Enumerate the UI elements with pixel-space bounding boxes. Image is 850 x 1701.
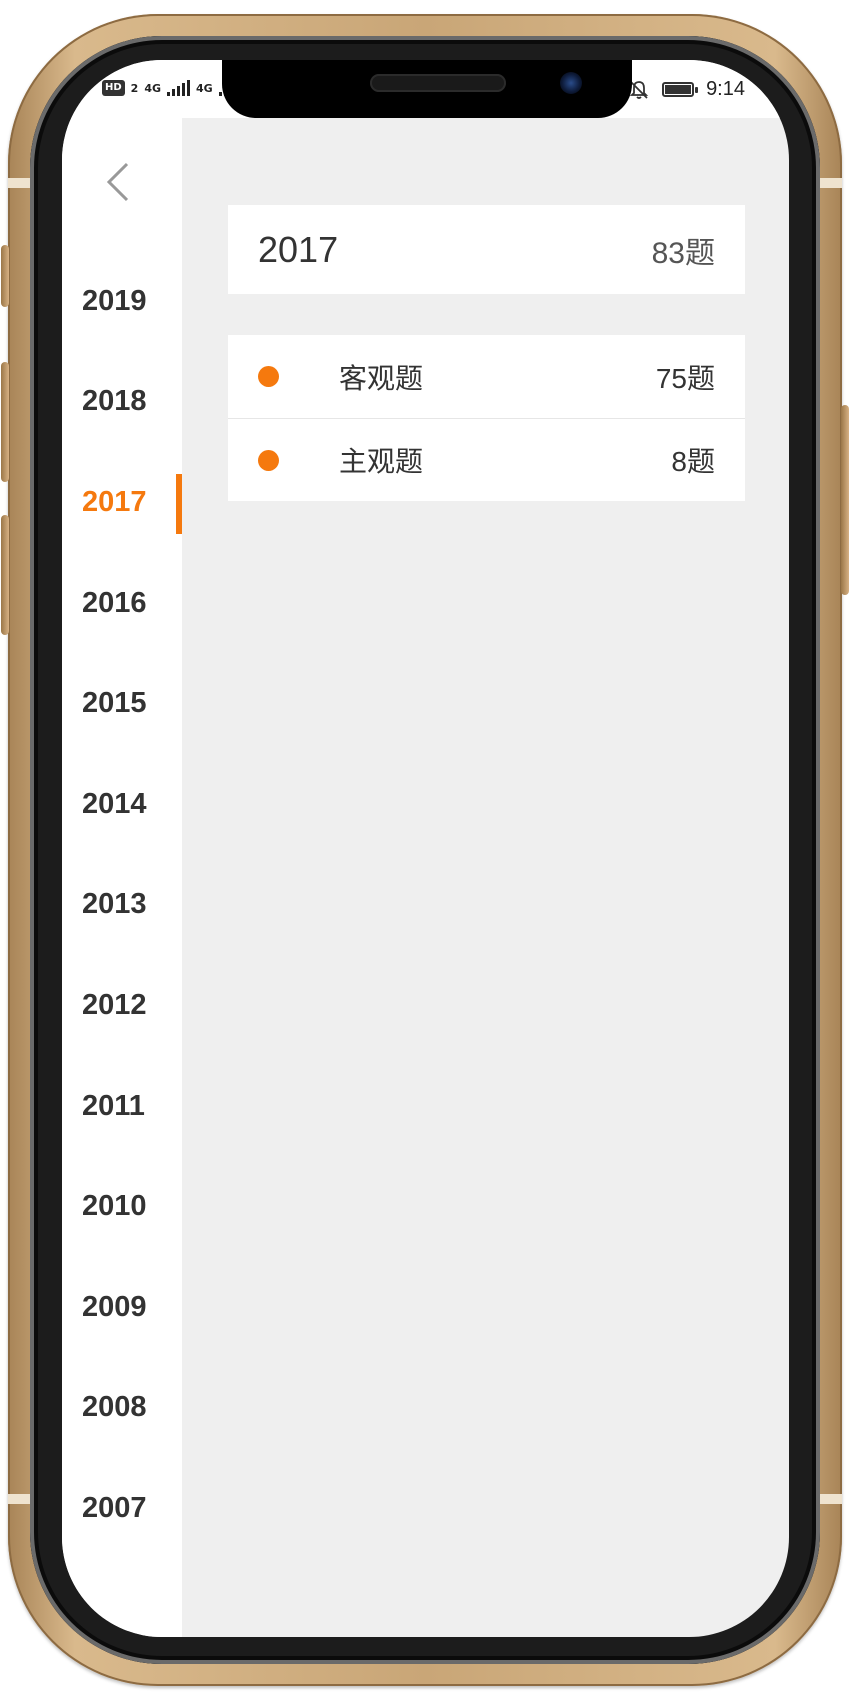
year-item-2010[interactable]: 2010 bbox=[62, 1156, 182, 1257]
year-item-2008[interactable]: 2008 bbox=[62, 1358, 182, 1459]
list-item-objective[interactable]: 客观题 75题 bbox=[228, 335, 745, 418]
list-item-subjective[interactable]: 主观题 8题 bbox=[228, 418, 745, 501]
app-stage: HD 2 4G 4G 9:14 2019 2018 2017 2016 2015… bbox=[0, 0, 850, 1701]
status-left: HD 2 4G 4G bbox=[102, 80, 242, 96]
phone-screen: HD 2 4G 4G 9:14 2019 2018 2017 2016 2015… bbox=[62, 60, 789, 1637]
type-count: 75题 bbox=[655, 362, 715, 394]
year-summary-card: 2017 83题 bbox=[228, 205, 745, 294]
mute-switch bbox=[1, 245, 9, 307]
front-camera bbox=[560, 72, 582, 94]
status-time: 9:14 bbox=[706, 78, 745, 100]
antenna-band bbox=[8, 178, 30, 188]
year-item-2019[interactable]: 2019 bbox=[62, 251, 182, 352]
volume-up-button bbox=[1, 362, 9, 482]
antenna-band bbox=[8, 1494, 30, 1504]
year-item-2018[interactable]: 2018 bbox=[62, 352, 182, 453]
earpiece-speaker bbox=[370, 74, 506, 92]
signal-icon bbox=[167, 80, 191, 96]
power-button bbox=[841, 405, 849, 595]
year-sidebar: 2019 2018 2017 2016 2015 2014 2013 2012 … bbox=[62, 118, 182, 1637]
battery-icon bbox=[662, 82, 699, 97]
back-button[interactable] bbox=[94, 158, 142, 206]
type-label: 主观题 bbox=[339, 445, 424, 478]
status-right: 9:14 bbox=[628, 78, 745, 101]
year-item-2016[interactable]: 2016 bbox=[62, 553, 182, 654]
volume-down-button bbox=[1, 515, 9, 635]
hd-label: HD bbox=[105, 82, 122, 93]
year-item-2015[interactable]: 2015 bbox=[62, 653, 182, 754]
hd-icon: HD bbox=[102, 80, 125, 96]
bullet-dot-icon bbox=[258, 366, 279, 387]
antenna-band bbox=[820, 1494, 842, 1504]
year-item-2014[interactable]: 2014 bbox=[62, 754, 182, 855]
network-label: 4G bbox=[196, 81, 213, 95]
chevron-left-icon bbox=[106, 162, 129, 202]
year-list: 2019 2018 2017 2016 2015 2014 2013 2012 … bbox=[62, 251, 182, 1559]
type-label: 客观题 bbox=[339, 361, 424, 395]
year-item-2017[interactable]: 2017 bbox=[62, 452, 182, 553]
type-count: 8题 bbox=[671, 446, 715, 477]
year-item-2009[interactable]: 2009 bbox=[62, 1257, 182, 1358]
antenna-band bbox=[820, 178, 842, 188]
year-item-2007[interactable]: 2007 bbox=[62, 1458, 182, 1559]
bullet-dot-icon bbox=[258, 449, 279, 471]
network-label: 4G bbox=[144, 81, 162, 95]
summary-year: 2017 bbox=[258, 228, 339, 270]
summary-count: 83题 bbox=[651, 236, 715, 270]
year-item-2011[interactable]: 2011 bbox=[62, 1056, 182, 1157]
notch bbox=[222, 60, 632, 118]
year-item-2013[interactable]: 2013 bbox=[62, 855, 182, 956]
hd-sub-label: 2 bbox=[130, 81, 139, 95]
question-type-list: 客观题 75题 主观题 8题 bbox=[228, 335, 745, 501]
year-item-2012[interactable]: 2012 bbox=[62, 955, 182, 1056]
